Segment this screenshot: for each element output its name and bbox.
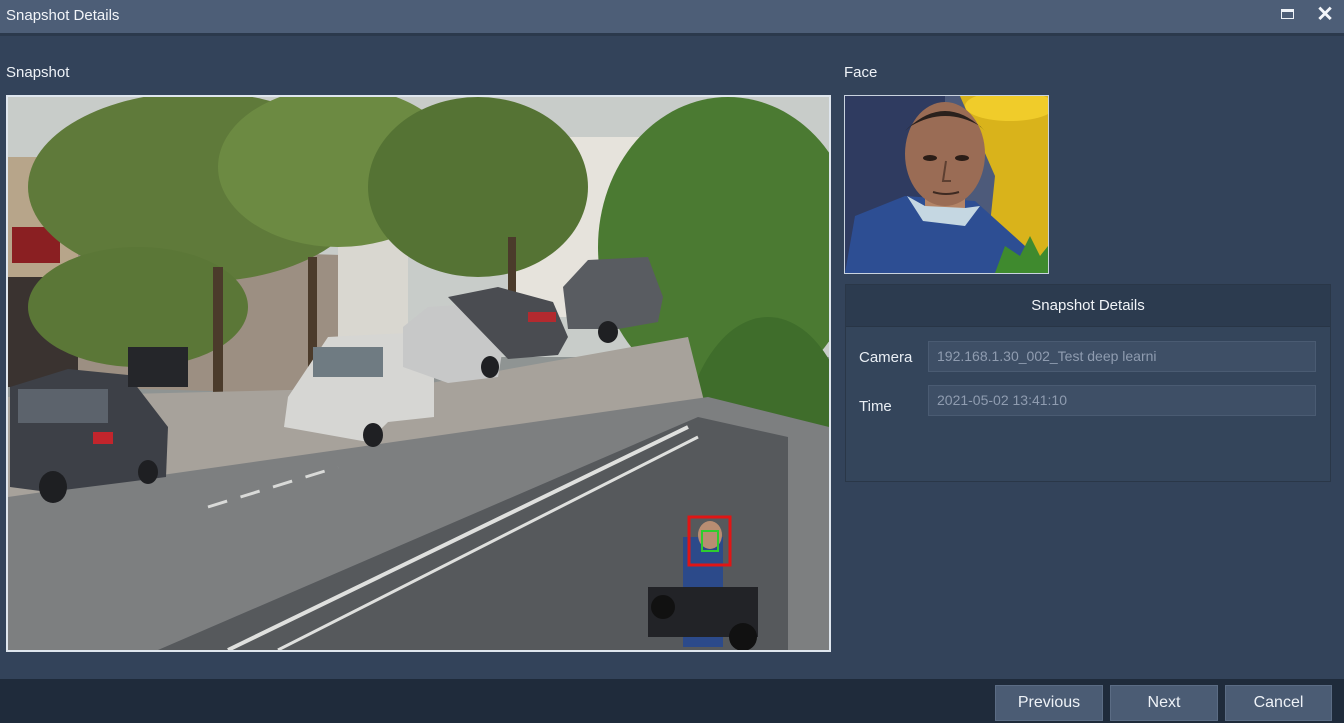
title-divider	[0, 33, 1344, 36]
maximize-icon[interactable]	[1281, 9, 1294, 19]
previous-button[interactable]: Previous	[995, 685, 1103, 721]
snapshot-details-panel: Snapshot Details Camera 192.168.1.30_002…	[845, 284, 1331, 482]
face-label: Face	[844, 64, 878, 81]
details-header: Snapshot Details	[846, 285, 1330, 327]
window-title: Snapshot Details	[6, 7, 120, 24]
time-label: Time	[859, 398, 892, 415]
title-bar: Snapshot Details ✕	[0, 0, 1344, 33]
snapshot-image	[6, 95, 831, 652]
close-icon[interactable]: ✕	[1314, 3, 1336, 27]
camera-field[interactable]: 192.168.1.30_002_Test deep learni	[928, 341, 1316, 372]
camera-label: Camera	[859, 349, 913, 366]
snapshot-label: Snapshot	[6, 64, 70, 81]
time-field[interactable]: 2021-05-02 13:41:10	[928, 385, 1316, 416]
face-crop-image	[844, 95, 1049, 274]
cancel-button[interactable]: Cancel	[1225, 685, 1332, 721]
next-button[interactable]: Next	[1110, 685, 1218, 721]
